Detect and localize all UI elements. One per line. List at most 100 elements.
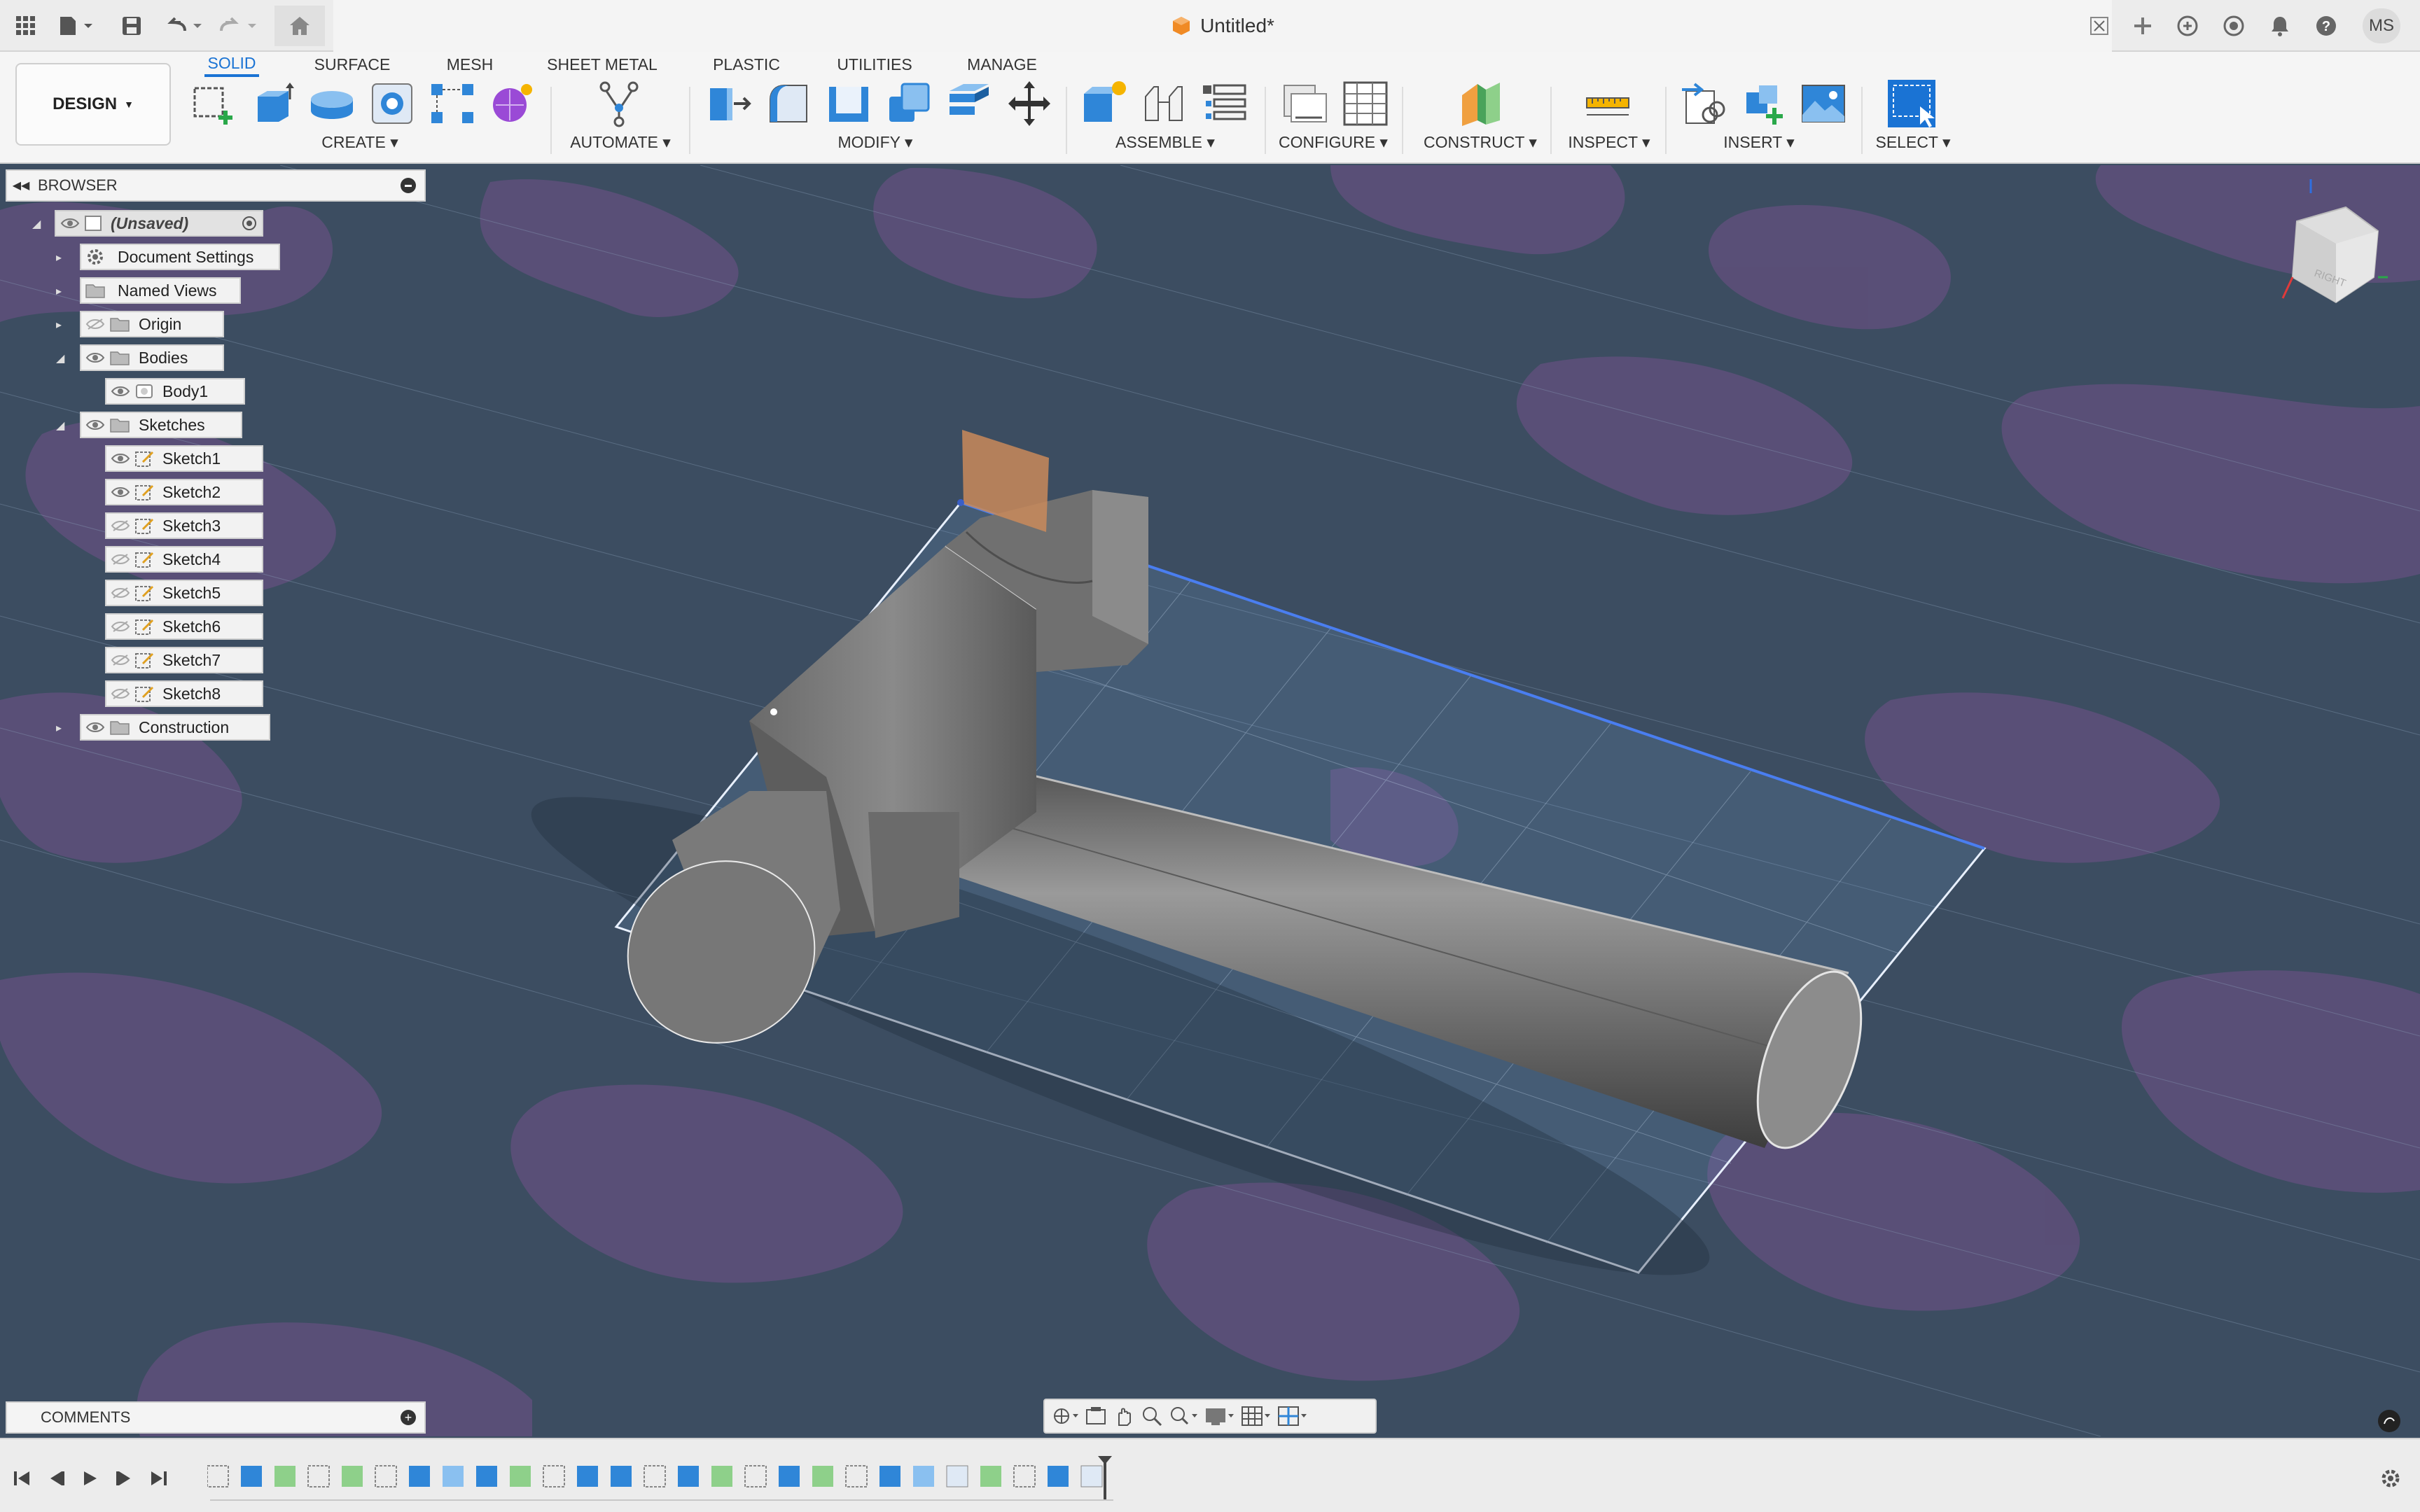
- close-tab-icon[interactable]: [2087, 7, 2112, 45]
- create-form-icon[interactable]: [487, 78, 538, 129]
- tab-surface[interactable]: SURFACE: [308, 52, 396, 77]
- eye-hidden-icon[interactable]: [106, 515, 134, 536]
- redo-icon[interactable]: [217, 7, 262, 45]
- inspect-menu[interactable]: INSPECT ▾: [1568, 133, 1650, 152]
- create-menu[interactable]: CREATE ▾: [321, 133, 398, 152]
- automate-menu[interactable]: AUTOMATE ▾: [570, 133, 671, 152]
- collapse-panel-icon[interactable]: ◀◀: [7, 178, 35, 192]
- comments-panel[interactable]: COMMENTS +: [6, 1401, 426, 1434]
- shell-icon[interactable]: [823, 78, 874, 129]
- go-to-start-icon[interactable]: [13, 1469, 32, 1488]
- timeline-settings-icon[interactable]: [2379, 1467, 2402, 1490]
- revolve-icon[interactable]: [307, 78, 357, 129]
- save-icon[interactable]: [116, 7, 147, 45]
- eye-icon[interactable]: [106, 482, 134, 503]
- step-back-icon[interactable]: [46, 1469, 66, 1488]
- eye-hidden-icon[interactable]: [106, 616, 134, 637]
- eye-icon[interactable]: [106, 381, 134, 402]
- combine-icon[interactable]: [884, 78, 934, 129]
- document-tab[interactable]: Untitled*: [333, 0, 2112, 52]
- new-tab-icon[interactable]: [2127, 7, 2158, 45]
- eye-icon[interactable]: [81, 414, 109, 435]
- add-comment-icon[interactable]: +: [401, 1410, 416, 1425]
- press-pull-icon[interactable]: [703, 78, 753, 129]
- browser-item-sketch7[interactable]: Sketch7: [105, 647, 263, 673]
- offset-plane-icon[interactable]: [1456, 78, 1507, 129]
- browser-item-named-views[interactable]: Named Views: [80, 277, 241, 304]
- assemble-menu[interactable]: ASSEMBLE ▾: [1115, 133, 1215, 152]
- select-icon[interactable]: [1886, 78, 1937, 129]
- job-status-icon[interactable]: [2218, 7, 2249, 45]
- collapse-toggle[interactable]: ◢: [56, 351, 64, 365]
- measure-icon[interactable]: [1583, 78, 1633, 129]
- select-menu[interactable]: SELECT ▾: [1876, 133, 1951, 152]
- quick-setup-icon[interactable]: [2378, 1410, 2400, 1432]
- move-copy-icon[interactable]: [1004, 78, 1055, 129]
- bill-of-materials-icon[interactable]: [1199, 78, 1249, 129]
- eye-hidden-icon[interactable]: [81, 314, 109, 335]
- browser-root[interactable]: (Unsaved): [55, 210, 263, 237]
- workspace-switcher[interactable]: DESIGN ▼: [15, 63, 171, 146]
- automate-icon[interactable]: [594, 78, 644, 129]
- eye-icon[interactable]: [56, 213, 84, 234]
- canvas-viewport[interactable]: RIGHT: [0, 165, 2420, 1436]
- browser-item-origin[interactable]: Origin: [80, 311, 224, 337]
- eye-hidden-icon[interactable]: [106, 549, 134, 570]
- browser-item-bodies[interactable]: Bodies: [80, 344, 224, 371]
- step-forward-icon[interactable]: [115, 1469, 134, 1488]
- file-menu-icon[interactable]: [55, 7, 99, 45]
- pattern-icon[interactable]: [427, 78, 478, 129]
- viewports-icon[interactable]: [1277, 1404, 1309, 1428]
- look-at-icon[interactable]: [1084, 1404, 1108, 1428]
- eye-hidden-icon[interactable]: [106, 582, 134, 603]
- tab-utilities[interactable]: UTILITIES: [830, 52, 919, 77]
- tab-mesh[interactable]: MESH: [438, 52, 501, 77]
- zoom-icon[interactable]: [1140, 1404, 1164, 1428]
- help-icon[interactable]: ?: [2311, 7, 2342, 45]
- view-cube[interactable]: RIGHT: [2269, 172, 2388, 312]
- sketch-point[interactable]: [770, 708, 777, 715]
- grid-settings-icon[interactable]: [1241, 1404, 1273, 1428]
- eye-icon[interactable]: [81, 717, 109, 738]
- go-to-end-icon[interactable]: [148, 1469, 168, 1488]
- construct-menu[interactable]: CONSTRUCT ▾: [1424, 133, 1537, 152]
- tab-plastic[interactable]: PLASTIC: [706, 52, 787, 77]
- configure-menu[interactable]: CONFIGURE ▾: [1279, 133, 1388, 152]
- insert-mesh-icon[interactable]: [1739, 78, 1790, 129]
- browser-item-construction[interactable]: Construction: [80, 714, 270, 741]
- timeline-feature[interactable]: [207, 1465, 1103, 1488]
- tab-sheet-metal[interactable]: SHEET METAL: [546, 52, 658, 77]
- root-expand-toggle[interactable]: ◢: [32, 217, 41, 231]
- extrude-icon[interactable]: [248, 78, 298, 129]
- configuration-table-icon[interactable]: [1340, 78, 1391, 129]
- browser-item-sketch5[interactable]: Sketch5: [105, 580, 263, 606]
- tab-solid[interactable]: SOLID: [204, 52, 259, 77]
- tab-manage[interactable]: MANAGE: [961, 52, 1043, 77]
- insert-canvas-icon[interactable]: [1798, 78, 1849, 129]
- browser-pin-icon[interactable]: [401, 178, 416, 193]
- browser-item-sketch8[interactable]: Sketch8: [105, 680, 263, 707]
- fit-icon[interactable]: [1168, 1404, 1200, 1428]
- browser-item-sketch2[interactable]: Sketch2: [105, 479, 263, 505]
- home-icon[interactable]: [274, 6, 325, 46]
- apps-grid-icon[interactable]: [8, 7, 43, 45]
- head-collar[interactable]: [868, 812, 959, 938]
- eye-hidden-icon[interactable]: [106, 683, 134, 704]
- browser-item-sketch3[interactable]: Sketch3: [105, 512, 263, 539]
- eye-icon[interactable]: [106, 448, 134, 469]
- eye-hidden-icon[interactable]: [106, 650, 134, 671]
- sketch-point[interactable]: [957, 499, 964, 506]
- browser-item-sketch4[interactable]: Sketch4: [105, 546, 263, 573]
- browser-item-sketch6[interactable]: Sketch6: [105, 613, 263, 640]
- eye-icon[interactable]: [81, 347, 109, 368]
- expand-toggle[interactable]: ▸: [56, 284, 62, 298]
- orbit-icon[interactable]: [1052, 1404, 1080, 1428]
- browser-item-sketch1[interactable]: Sketch1: [105, 445, 263, 472]
- collapse-toggle[interactable]: ◢: [56, 419, 64, 433]
- insert-derive-icon[interactable]: [1679, 78, 1730, 129]
- play-icon[interactable]: [80, 1469, 99, 1488]
- browser-item-sketches[interactable]: Sketches: [80, 412, 242, 438]
- notifications-icon[interactable]: [2265, 7, 2295, 45]
- expand-toggle[interactable]: ▸: [56, 318, 62, 332]
- extensions-icon[interactable]: [2172, 7, 2203, 45]
